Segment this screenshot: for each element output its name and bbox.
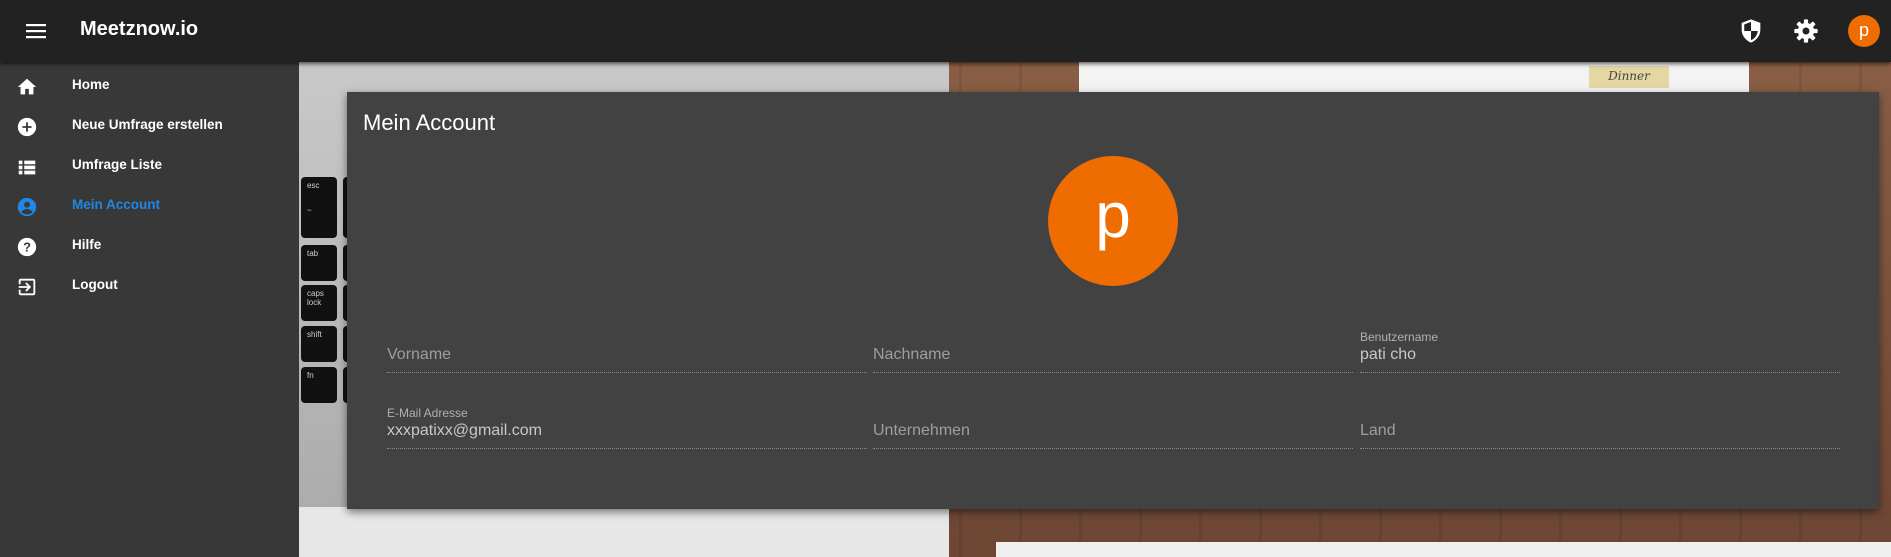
sidebar-item-label: Umfrage Liste [72,157,163,172]
sidebar-item-hilfe[interactable]: ? Hilfe [0,226,299,266]
vorname-field [387,330,867,380]
sidebar-item-home[interactable]: Home [0,66,299,106]
benutzername-input[interactable] [1360,346,1840,364]
sidebar-item-logout[interactable]: Logout [0,266,299,306]
unternehmen-field [873,406,1353,456]
logout-icon [16,276,38,298]
sidebar-item-umfrage-liste[interactable]: Umfrage Liste [0,146,299,186]
sidebar-item-label: Hilfe [72,237,102,252]
svg-text:?: ? [23,240,31,255]
list-icon [16,156,38,178]
keyboard-key: ~ [301,202,337,238]
field-underline [873,372,1353,373]
sidebar: Home Neue Umfrage erstellen Umfrage List… [0,62,299,557]
field-underline [1360,372,1840,373]
benutzername-label: Benutzername [1360,330,1439,344]
paper-sheet [299,507,949,557]
app-bar: Meetznow.io p [0,0,1891,62]
help-icon: ? [16,236,38,258]
nachname-input[interactable] [873,346,1353,364]
profile-avatar[interactable]: p [1048,156,1178,286]
keyboard-key: shift [301,326,337,362]
sidebar-item-label: Home [72,77,110,92]
home-icon [16,76,38,98]
sidebar-item-label: Logout [72,277,118,292]
gear-icon[interactable] [1792,17,1820,45]
add-circle-icon [16,116,38,138]
account-circle-icon [16,196,38,218]
sidebar-item-mein-account[interactable]: Mein Account [0,186,299,226]
land-field [1360,406,1840,456]
field-underline [873,448,1353,449]
land-input[interactable] [1360,422,1840,440]
sidebar-item-neue-umfrage[interactable]: Neue Umfrage erstellen [0,106,299,146]
handwritten-note: Dinner [1589,66,1669,88]
vorname-input[interactable] [387,346,867,364]
page-title: Mein Account [363,110,496,135]
benutzername-field: Benutzername [1360,330,1840,380]
keyboard-key: fn [301,367,337,403]
menu-icon[interactable] [20,19,52,43]
unternehmen-input[interactable] [873,422,1353,440]
app-title[interactable]: Meetznow.io [80,18,198,41]
email-field: E-Mail Adresse [387,406,867,456]
field-underline [387,448,867,449]
account-card: Mein Account p Benutzername E-Mail Adres… [347,92,1879,509]
email-label: E-Mail Adresse [387,406,468,420]
sidebar-item-label: Neue Umfrage erstellen [72,117,223,132]
keyboard-key: tab [301,245,337,281]
field-underline [387,372,867,373]
email-input[interactable] [387,422,867,440]
user-avatar[interactable]: p [1848,15,1880,47]
keyboard-key: caps lock [301,285,337,321]
nachname-field [873,330,1353,380]
shield-icon[interactable] [1737,17,1765,45]
paper-sheet [996,542,1891,557]
sidebar-item-label: Mein Account [72,197,161,212]
field-underline [1360,448,1840,449]
